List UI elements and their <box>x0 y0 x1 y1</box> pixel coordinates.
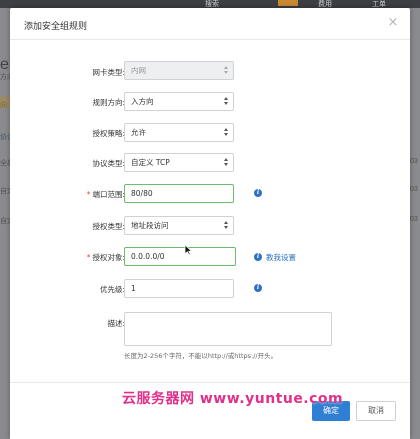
bg-right-fragment: 03 <box>410 216 418 223</box>
priority-input[interactable]: 1 <box>124 279 234 298</box>
chevron-updown-icon <box>224 157 229 168</box>
mouse-pointer-icon <box>184 244 193 256</box>
policy-value: 允许 <box>131 128 146 137</box>
dialog-header: 添加安全组规则 × <box>10 8 410 40</box>
auth-type-select[interactable]: 地址段访问 <box>124 216 234 235</box>
auth-object-label-text: 授权对象: <box>92 253 125 262</box>
bg-right-fragment: 03 <box>410 158 418 165</box>
top-nav-bar: 搜索 费用 工单 <box>0 0 420 8</box>
priority-label: 优先级: <box>99 285 125 294</box>
help-me-configure-link[interactable]: 教我设置 <box>266 252 296 263</box>
info-icon[interactable]: i <box>254 253 262 261</box>
protocol-select[interactable]: 自定义 TCP <box>124 153 234 172</box>
description-label: 描述: <box>107 319 125 328</box>
required-mark: * <box>86 190 91 199</box>
info-icon[interactable]: i <box>254 189 262 197</box>
port-range-label-text: 端口范围: <box>92 190 125 199</box>
chevron-updown-icon <box>224 96 229 107</box>
priority-value: 1 <box>131 284 136 293</box>
protocol-value: 自定义 TCP <box>131 158 170 167</box>
nic-type-select: 内网 <box>124 61 234 80</box>
bg-right-fragment: 03 <box>410 186 418 193</box>
chevron-updown-icon <box>224 65 229 76</box>
nic-type-value: 内网 <box>131 66 146 75</box>
port-range-value: 80/80 <box>131 189 153 198</box>
nav-user-badge[interactable] <box>278 0 298 6</box>
description-hint: 长度为2-256个字符，不能以http://或https://开头。 <box>124 352 278 360</box>
required-mark: * <box>86 253 91 262</box>
direction-select[interactable]: 入方向 <box>124 92 234 111</box>
add-security-rule-dialog: 添加安全组规则 × 网卡类型: 内网 规则方向: 入方向 授权策略: 允许 协议… <box>10 8 410 439</box>
bg-label: 向 <box>0 102 7 109</box>
chevron-updown-icon <box>224 220 229 231</box>
close-icon[interactable]: × <box>386 16 400 30</box>
policy-label: 授权策略: <box>92 129 125 138</box>
site-watermark: 云服务器网 www.yuntue.com <box>122 391 344 407</box>
auth-type-value: 地址段访问 <box>131 221 169 230</box>
auth-type-label: 授权类型: <box>92 222 125 231</box>
direction-value: 入方向 <box>131 97 154 106</box>
auth-object-input[interactable]: 0.0.0.0/0 <box>124 247 236 266</box>
chevron-updown-icon <box>224 127 229 138</box>
protocol-label: 协议类型: <box>92 159 125 168</box>
port-range-input[interactable]: 80/80 <box>124 184 234 203</box>
cancel-button[interactable]: 取消 <box>356 401 396 421</box>
nic-type-label: 网卡类型: <box>92 68 125 77</box>
direction-label: 规则方向: <box>92 98 125 107</box>
policy-select[interactable]: 允许 <box>124 123 234 142</box>
port-range-label: * 端口范围: <box>87 189 125 200</box>
auth-object-value: 0.0.0.0/0 <box>131 252 165 261</box>
description-textarea[interactable] <box>124 312 332 346</box>
dialog-title: 添加安全组规则 <box>24 22 88 32</box>
info-icon[interactable]: i <box>254 284 262 292</box>
auth-object-label: * 授权对象: <box>87 252 125 263</box>
